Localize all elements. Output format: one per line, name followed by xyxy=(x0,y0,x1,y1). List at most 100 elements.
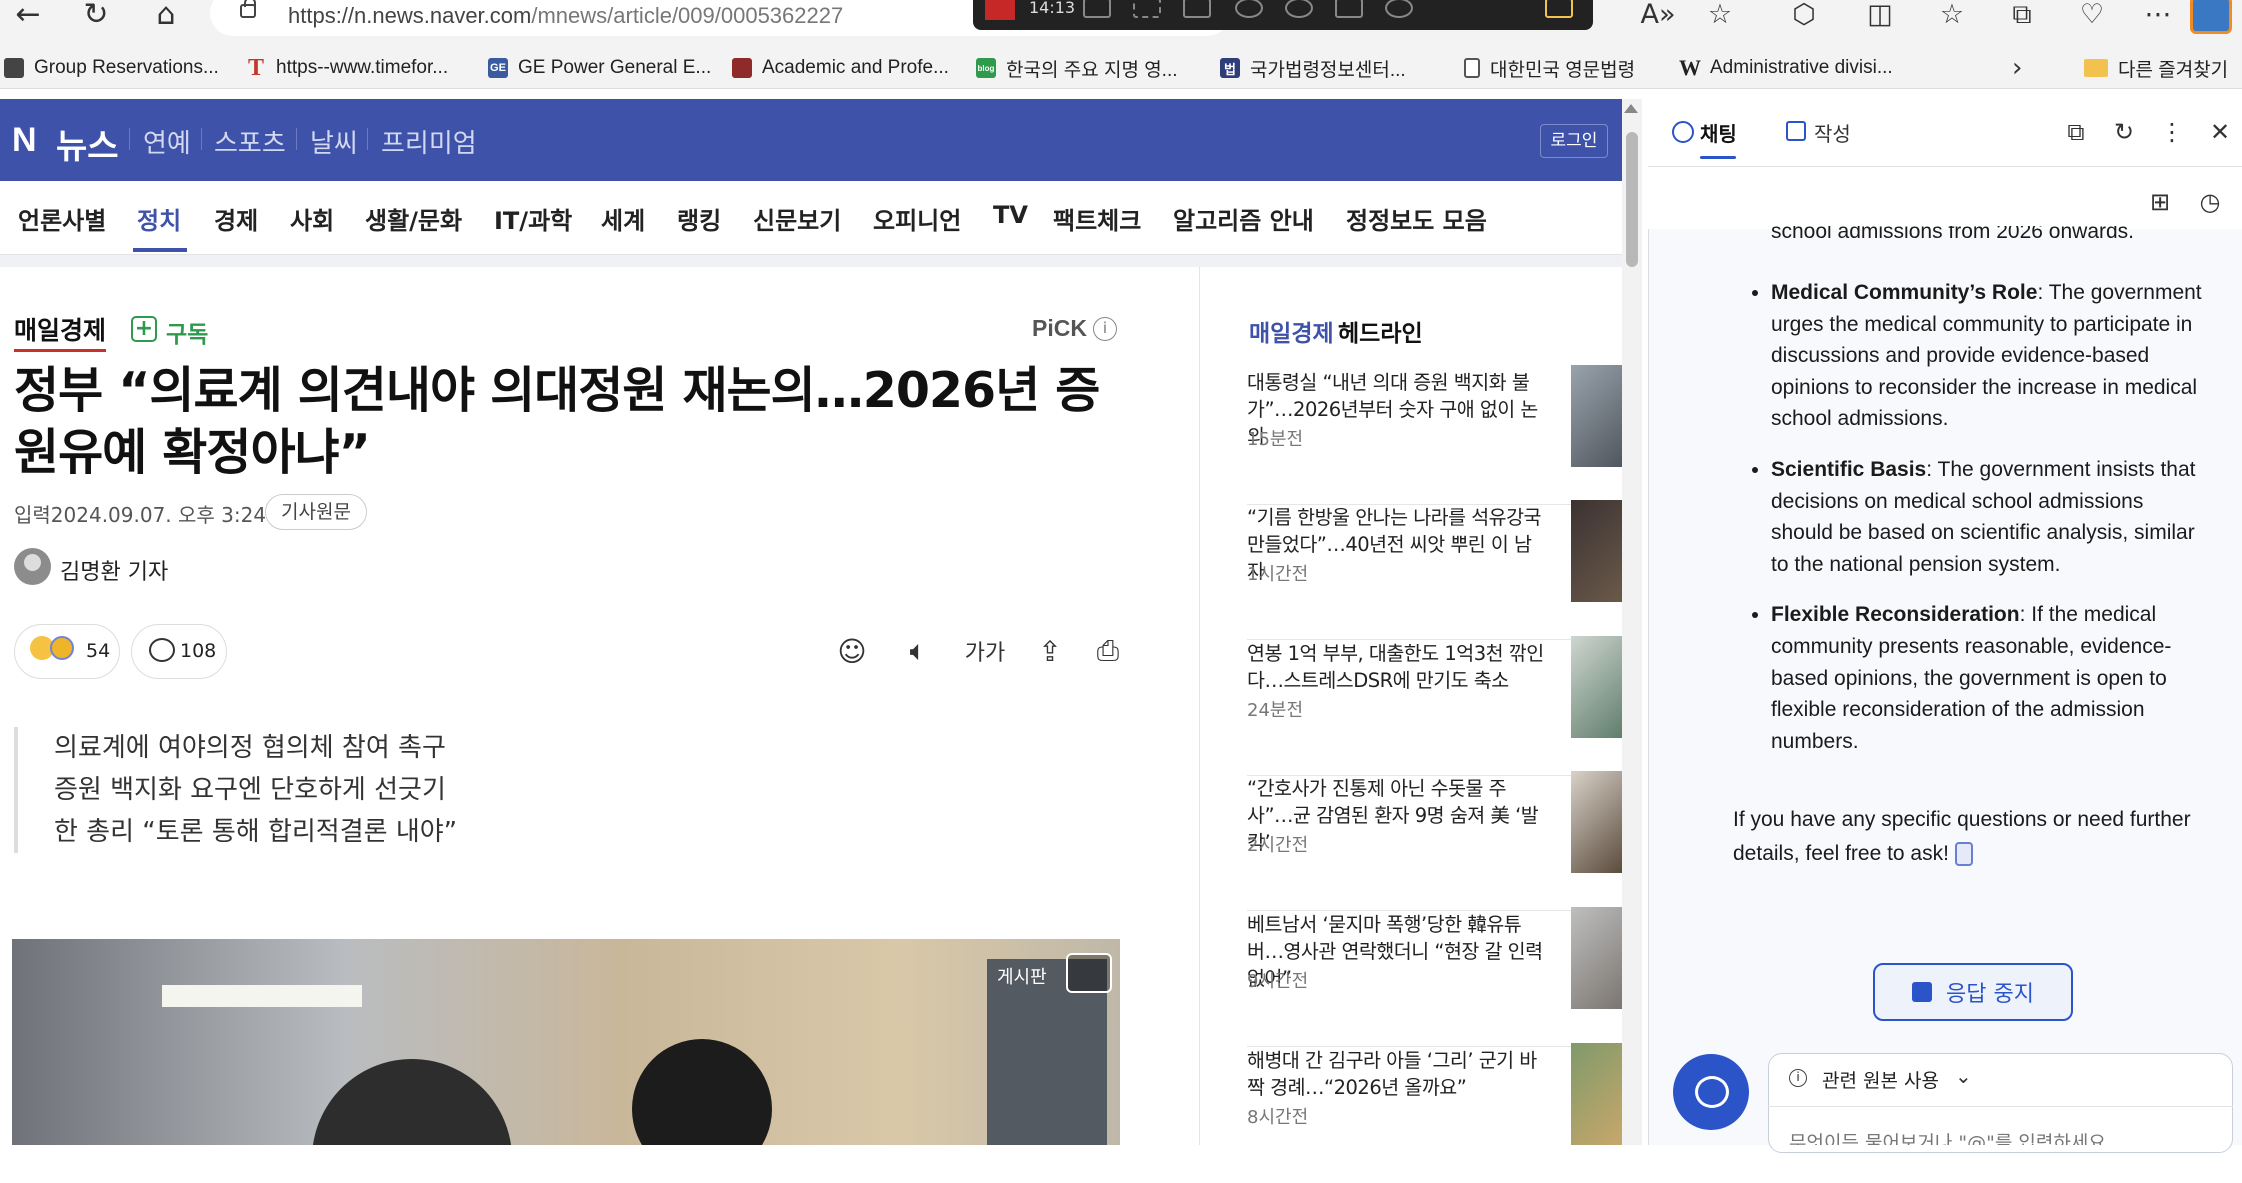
cursor-icon[interactable] xyxy=(1335,0,1363,18)
headline-text[interactable]: 연봉 1억 부부, 대출한도 1억3천 깎인다…스트레스DSR에 만기도 축소 xyxy=(1247,640,1547,694)
header-link-weather[interactable]: 날씨 xyxy=(310,123,358,160)
news-logo[interactable]: 뉴스 xyxy=(56,119,119,168)
tab-chat[interactable]: 채팅 xyxy=(1700,118,1737,147)
chevron-down-icon[interactable]: ⌄ xyxy=(1955,1064,1972,1088)
font-size-button[interactable]: 가가 xyxy=(962,633,1008,669)
scrollbar-thumb[interactable] xyxy=(1626,132,1638,267)
refresh-icon[interactable]: ↻ xyxy=(2110,118,2138,146)
home-icon[interactable]: ⌂ xyxy=(146,0,186,30)
bookmark-item[interactable]: blog 한국의 주요 지명 영... xyxy=(976,55,1178,81)
headline-item[interactable]: 베트남서 ‘묻지마 폭행’당한 韓유튜버…영사관 연락했더니 “현장 갈 인력 … xyxy=(1247,907,1623,1047)
cat-algorithm[interactable]: 알고리즘 안내 xyxy=(1173,201,1314,236)
more-options-icon[interactable]: ⋯ xyxy=(2140,0,2176,30)
cat-opinion[interactable]: 오피니언 xyxy=(873,201,961,236)
extensions-icon[interactable]: ⬡ xyxy=(1786,0,1822,30)
open-in-new-icon[interactable]: ⧉ xyxy=(2062,118,2090,146)
region-select-icon[interactable] xyxy=(1133,0,1161,18)
mic-off-icon[interactable] xyxy=(1285,0,1313,18)
split-screen-icon[interactable]: ◫ xyxy=(1862,0,1898,30)
headline-thumbnail[interactable] xyxy=(1571,771,1623,873)
bookmark-item[interactable]: Thttps--www.timefor... xyxy=(246,55,448,81)
header-link-sports[interactable]: 스포츠 xyxy=(214,123,286,160)
monitor-icon[interactable] xyxy=(1083,0,1111,18)
refresh-icon[interactable]: ↻ xyxy=(76,0,116,30)
copilot-icon[interactable] xyxy=(2190,0,2232,34)
share-icon[interactable]: ⇪ xyxy=(1032,633,1068,669)
sidebar-press-name[interactable]: 매일경제 xyxy=(1249,314,1334,348)
cat-society[interactable]: 사회 xyxy=(290,201,334,236)
plus-icon[interactable]: + xyxy=(131,316,157,342)
chevron-right-icon[interactable]: › xyxy=(2012,55,2022,81)
favorites-icon[interactable]: ☆ xyxy=(1934,0,1970,30)
grid-icon xyxy=(4,58,24,78)
original-article-button[interactable]: 기사원문 xyxy=(265,494,367,530)
bookmark-item[interactable]: 법 국가법령정보센터... xyxy=(1220,55,1406,81)
headline-thumbnail[interactable] xyxy=(1571,636,1623,738)
read-aloud-icon[interactable]: A» xyxy=(1640,0,1676,30)
headline-thumbnail[interactable] xyxy=(1571,365,1623,467)
tab-compose[interactable]: 작성 xyxy=(1814,118,1851,147)
author-name[interactable]: 김명환 기자 xyxy=(60,554,168,586)
cat-tv[interactable]: TV xyxy=(993,201,1028,229)
avatar[interactable] xyxy=(14,548,51,585)
chat-input[interactable]: 무엇이든 물어보거나 "@"를 입력하세요 xyxy=(1789,1128,2219,1145)
cat-corrections[interactable]: 정정보도 모음 xyxy=(1346,201,1487,236)
article-summary: 의료계에 여야의정 협의체 참여 촉구 증원 백지화 요구엔 단호하게 선긋기 … xyxy=(14,727,614,853)
cat-ranking[interactable]: 랭킹 xyxy=(677,201,721,236)
headline-thumbnail[interactable] xyxy=(1571,907,1623,1009)
headline-item[interactable]: 대통령실 “내년 의대 증원 백지화 불가”…2026년부터 숫자 구애 없이 … xyxy=(1247,365,1623,505)
source-toggle[interactable]: 관련 원본 사용 xyxy=(1822,1066,1939,1093)
image-search-icon[interactable] xyxy=(1066,953,1112,993)
browser-essentials-icon[interactable]: ♡ xyxy=(2074,0,2110,30)
more-vertical-icon[interactable]: ⋮ xyxy=(2158,118,2186,146)
record-icon[interactable] xyxy=(985,0,1015,20)
close-icon[interactable]: ✕ xyxy=(2206,118,2234,146)
cat-world[interactable]: 세계 xyxy=(601,201,645,236)
url-text[interactable]: https://n.news.naver.com/mnews/article/0… xyxy=(288,3,843,29)
favorite-star-icon[interactable]: ☆ xyxy=(1702,0,1738,30)
cat-politics[interactable]: 정치 xyxy=(137,201,181,236)
login-button[interactable]: 로그인 xyxy=(1540,124,1608,158)
article-photo[interactable]: 게시판 xyxy=(12,939,1120,1145)
bookmark-item[interactable]: W Administrative divisi... xyxy=(1679,55,1893,81)
press-name[interactable]: 매일경제 xyxy=(14,311,107,352)
collections-icon[interactable]: ⧉ xyxy=(2004,0,2040,30)
stop-responding-button[interactable]: 응답 중지 xyxy=(1873,963,2073,1021)
pen-icon[interactable] xyxy=(1545,0,1573,18)
speaker-icon[interactable]: 🔈︎ xyxy=(900,633,936,669)
cat-press[interactable]: 언론사별 xyxy=(18,201,106,236)
cat-economy[interactable]: 경제 xyxy=(214,201,258,236)
headline-thumbnail[interactable] xyxy=(1571,1043,1623,1145)
speaker-icon[interactable] xyxy=(1235,0,1263,18)
headline-item[interactable]: 해병대 간 김구라 아들 ‘그리’ 군기 바짝 경례…“2026년 올까요” 8… xyxy=(1247,1043,1623,1183)
plugins-icon[interactable]: ⊞ xyxy=(2146,188,2174,216)
subscribe-button[interactable]: 구독 xyxy=(166,315,208,349)
summary-bot-icon[interactable]: ☺ xyxy=(834,633,870,669)
cat-newspaper[interactable]: 신문보기 xyxy=(753,201,841,236)
scroll-up-arrow-icon[interactable] xyxy=(1624,104,1638,113)
headline-text[interactable]: 해병대 간 김구라 아들 ‘그리’ 군기 바짝 경례…“2026년 올까요” xyxy=(1247,1047,1547,1101)
gear-icon[interactable] xyxy=(1385,0,1413,18)
headline-thumbnail[interactable] xyxy=(1571,500,1623,602)
other-favorites-folder[interactable]: 다른 즐겨찾기 xyxy=(2084,55,2228,81)
header-link-entertainment[interactable]: 연예 xyxy=(143,123,191,160)
back-icon[interactable]: ← xyxy=(8,0,48,30)
bookmark-item[interactable]: Group Reservations... xyxy=(4,55,219,81)
bookmark-item[interactable]: 대한민국 영문법령 xyxy=(1464,55,1635,81)
headline-item[interactable]: 연봉 1억 부부, 대출한도 1억3천 깎인다…스트레스DSR에 만기도 축소 … xyxy=(1247,636,1623,776)
naver-logo[interactable]: N xyxy=(12,121,37,160)
print-icon[interactable]: ⎙ xyxy=(1090,633,1126,669)
new-topic-button[interactable] xyxy=(1673,1054,1749,1130)
headline-item[interactable]: “기름 한방울 안나는 나라를 석유강국 만들었다”…40년전 씨앗 뿌린 이 … xyxy=(1247,500,1623,640)
history-icon[interactable]: ◷ xyxy=(2196,188,2224,216)
headline-item[interactable]: “간호사가 진통제 아닌 수돗물 주사”…균 감염된 환자 9명 숨져 美 ‘발… xyxy=(1247,771,1623,911)
info-icon[interactable]: i xyxy=(1093,317,1117,341)
cat-life-culture[interactable]: 생활/문화 xyxy=(365,201,462,236)
bookmark-item[interactable]: GE GE Power General E... xyxy=(488,55,711,81)
film-icon[interactable] xyxy=(1183,0,1211,18)
cat-it-science[interactable]: IT/과학 xyxy=(494,201,572,236)
header-link-premium[interactable]: 프리미엄 xyxy=(381,123,477,160)
cat-factcheck[interactable]: 팩트체크 xyxy=(1053,201,1141,236)
bookmark-item[interactable]: Academic and Profe... xyxy=(732,55,949,81)
stop-label: 응답 중지 xyxy=(1946,982,2034,1007)
